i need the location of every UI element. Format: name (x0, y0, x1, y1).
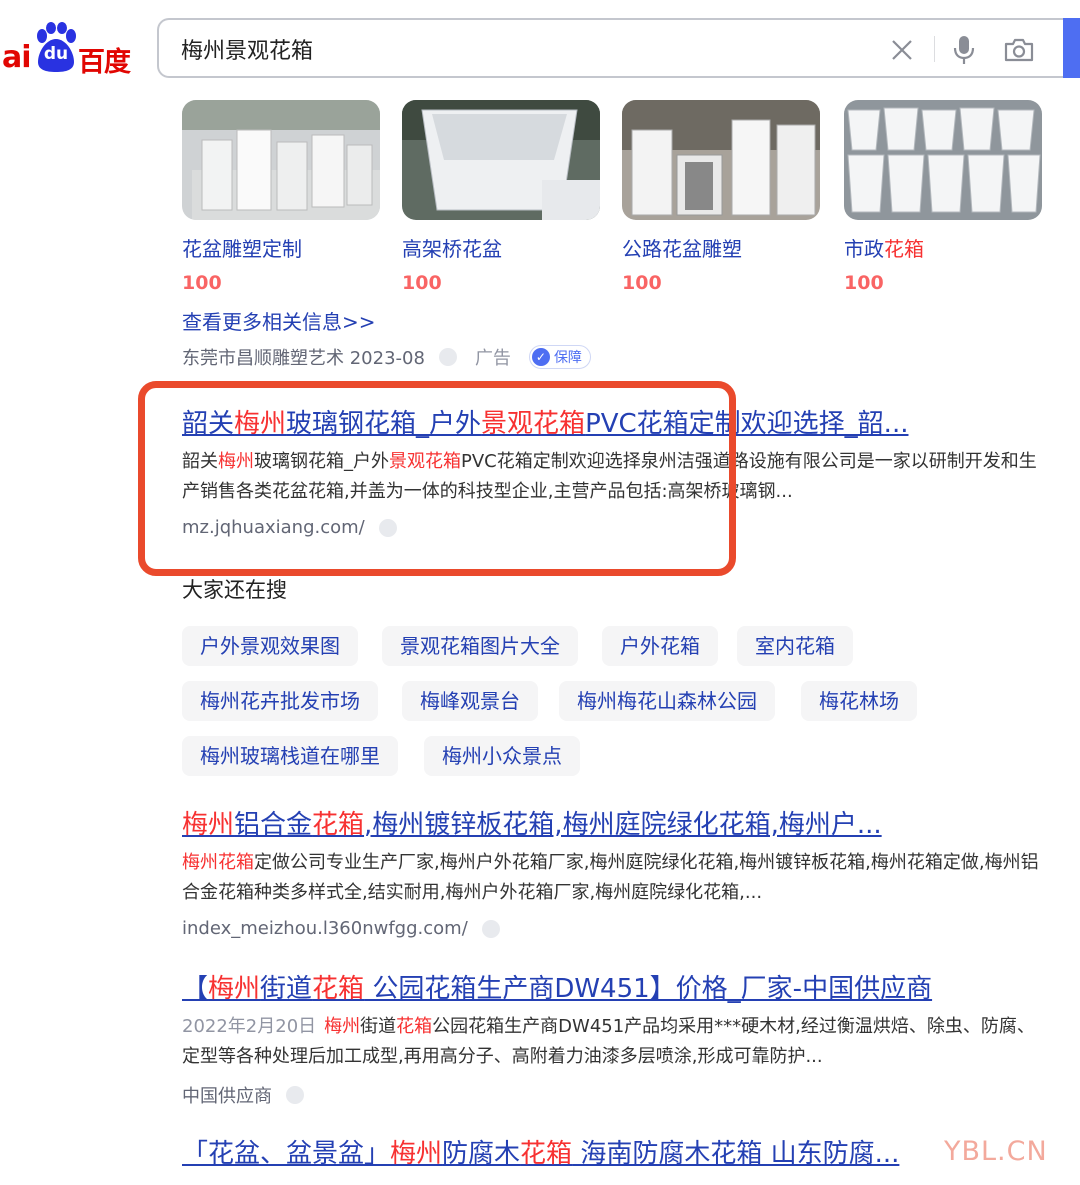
result-url[interactable]: index_meizhou.l360nwfgg.com/ (182, 918, 468, 939)
search-box (157, 18, 1063, 78)
product-card[interactable]: 市政花箱 100 (844, 100, 1042, 296)
related-tag[interactable]: 户外花箱 (602, 626, 718, 666)
related-tag[interactable]: 景观花箱图片大全 (382, 626, 578, 666)
product-card[interactable]: 高架桥花盆 100 (402, 100, 600, 296)
product-image (402, 100, 600, 220)
search-input[interactable] (181, 32, 741, 66)
ad-source-line: 东莞市昌顺雕塑艺术 2023-08 广告 ✓ 保障 (182, 344, 591, 370)
camera-icon[interactable] (1002, 33, 1036, 67)
search-result: 梅州铝合金花箱,梅州镀锌板花箱,梅州庭院绿化花箱,梅州户... 梅州花箱定做公司… (182, 808, 1042, 939)
related-searches-title: 大家还在搜 (182, 578, 287, 602)
product-price: 100 (402, 272, 442, 294)
product-image (622, 100, 820, 220)
header: ai du 百度 (0, 0, 1080, 96)
result-source[interactable]: 中国供应商 (182, 1082, 272, 1108)
product-title[interactable]: 高架桥花盆 (402, 236, 600, 262)
search-result: 【梅州街道花箱 公园花箱生产商DW451】价格_厂家-中国供应商 2022年2月… (182, 972, 1042, 1108)
logo-cn-text: 百度 (78, 47, 131, 78)
more-options-icon[interactable] (286, 1086, 304, 1104)
product-title[interactable]: 花盆雕塑定制 (182, 236, 380, 262)
search-divider (934, 36, 935, 62)
search-result: 「花盆、盆景盆」梅州防腐木花箱 海南防腐木花箱 山东防腐... (182, 1137, 1042, 1171)
product-title[interactable]: 公路花盆雕塑 (622, 236, 820, 262)
watermark: YBL.CN (944, 1136, 1048, 1167)
logo-ai-text: ai (2, 40, 32, 75)
search-button[interactable] (1063, 18, 1080, 78)
result-title[interactable]: 梅州铝合金花箱,梅州镀锌板花箱,梅州庭院绿化花箱,梅州户... (182, 808, 1042, 842)
product-price: 100 (182, 272, 222, 294)
related-tag[interactable]: 室内花箱 (737, 626, 853, 666)
result-abstract: 2022年2月20日 梅州街道花箱公园花箱生产商DW451产品均采用***硬木材,… (182, 1016, 1035, 1067)
more-info-link[interactable]: 查看更多相关信息>> (182, 306, 376, 335)
guarantee-badge[interactable]: ✓ 保障 (528, 345, 591, 369)
product-card[interactable]: 花盆雕塑定制 100 (182, 100, 380, 296)
annotation-highlight-box (138, 381, 736, 576)
result-title[interactable]: 「花盆、盆景盆」梅州防腐木花箱 海南防腐木花箱 山东防腐... (182, 1137, 942, 1171)
product-cards: 花盆雕塑定制 100 高架桥花盆 100 公路花盆雕塑 100 市政花箱 100 (182, 100, 1052, 300)
microphone-icon[interactable] (947, 33, 981, 67)
related-tag[interactable]: 梅州梅花山森林公园 (559, 681, 775, 721)
product-image (844, 100, 1042, 220)
check-icon: ✓ (531, 348, 550, 366)
more-options-icon[interactable] (481, 919, 500, 938)
related-tag[interactable]: 梅州小众景点 (424, 736, 580, 776)
result-abstract: 梅州花箱定做公司专业生产厂家,梅州户外花箱厂家,梅州庭院绿化花箱,梅州镀锌板花箱… (182, 852, 1039, 903)
related-tag[interactable]: 梅花林场 (801, 681, 917, 721)
baidu-logo[interactable]: ai du 百度 (0, 22, 140, 78)
related-tag[interactable]: 梅州玻璃栈道在哪里 (182, 736, 398, 776)
ad-label: 广告 (474, 348, 511, 369)
result-date: 2022年2月20日 (182, 1016, 317, 1037)
product-price: 100 (844, 272, 884, 294)
result-title[interactable]: 【梅州街道花箱 公园花箱生产商DW451】价格_厂家-中国供应商 (182, 972, 1042, 1006)
result-url-line: index_meizhou.l360nwfgg.com/ (182, 918, 1042, 939)
related-tag[interactable]: 户外景观效果图 (182, 626, 358, 666)
result-url-line: 中国供应商 (182, 1082, 1042, 1108)
ad-source[interactable]: 东莞市昌顺雕塑艺术 2023-08 (182, 344, 425, 370)
related-tag[interactable]: 梅峰观景台 (402, 681, 538, 721)
close-icon[interactable] (885, 33, 919, 67)
product-title[interactable]: 市政花箱 (844, 236, 1042, 262)
product-image (182, 100, 380, 220)
related-tag[interactable]: 梅州花卉批发市场 (182, 681, 378, 721)
more-options-icon[interactable] (438, 348, 457, 366)
product-card[interactable]: 公路花盆雕塑 100 (622, 100, 820, 296)
logo-du-text: du (43, 44, 69, 64)
product-price: 100 (622, 272, 662, 294)
